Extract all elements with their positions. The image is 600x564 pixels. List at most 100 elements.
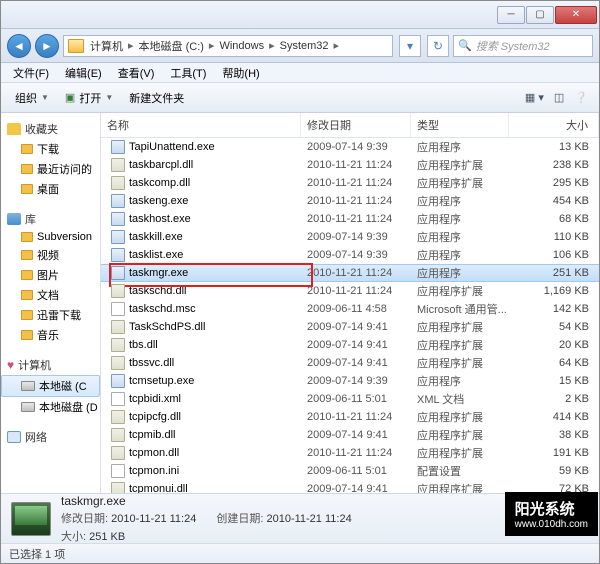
column-headers: 名称 修改日期 类型 大小 [101, 113, 599, 138]
folder-icon [21, 270, 33, 280]
search-input[interactable]: 🔍 搜索 System32 [453, 35, 593, 57]
crumb-computer[interactable]: 计算机 [88, 38, 125, 54]
file-name: taskbarcpl.dll [129, 159, 193, 171]
file-date: 2009-07-14 9:41 [301, 357, 411, 369]
file-date: 2010-11-21 11:24 [301, 447, 411, 459]
chevron-right-icon: ▸ [125, 39, 137, 52]
maximize-button[interactable]: ▢ [526, 6, 554, 24]
close-button[interactable]: ✕ [555, 6, 597, 24]
view-button[interactable]: ▦ ▾ [520, 88, 549, 107]
file-name: tcpmon.ini [129, 465, 179, 477]
file-row[interactable]: taskbarcpl.dll2010-11-21 11:24应用程序扩展238 … [101, 156, 599, 174]
file-icon [111, 302, 125, 316]
crumb-drive-c[interactable]: 本地磁盘 (C:) [137, 38, 206, 54]
sidebar-item-music[interactable]: 音乐 [1, 325, 100, 345]
file-size: 68 KB [509, 213, 599, 225]
file-row[interactable]: tcpmon.dll2010-11-21 11:24应用程序扩展191 KB [101, 444, 599, 462]
file-icon [111, 410, 125, 424]
file-row[interactable]: tcpmib.dll2009-07-14 9:41应用程序扩展38 KB [101, 426, 599, 444]
file-row[interactable]: tbssvc.dll2009-07-14 9:41应用程序扩展64 KB [101, 354, 599, 372]
network-icon [7, 431, 21, 443]
file-type: XML 文档 [411, 391, 509, 407]
file-row[interactable]: TaskSchdPS.dll2009-07-14 9:41应用程序扩展54 KB [101, 318, 599, 336]
sidebar-item-subversion[interactable]: Subversion [1, 229, 100, 245]
file-icon [111, 374, 125, 388]
file-name: taskkill.exe [129, 231, 183, 243]
file-type: 配置设置 [411, 463, 509, 479]
file-row[interactable]: taskhost.exe2010-11-21 11:24应用程序68 KB [101, 210, 599, 228]
forward-button[interactable]: ► [35, 34, 59, 58]
folder-icon [21, 290, 33, 300]
file-row[interactable]: tcpmon.ini2009-06-11 5:01配置设置59 KB [101, 462, 599, 480]
refresh-button[interactable]: ↻ [427, 35, 449, 57]
computer-header[interactable]: ♥计算机 [1, 355, 100, 375]
file-list[interactable]: 名称 修改日期 类型 大小 TapiUnattend.exe2009-07-14… [101, 113, 599, 493]
network-header[interactable]: 网络 [1, 427, 100, 447]
file-type: 应用程序扩展 [411, 157, 509, 173]
file-row[interactable]: taskschd.msc2009-06-11 4:58Microsoft 通用管… [101, 300, 599, 318]
file-icon [111, 356, 125, 370]
file-name: taskschd.dll [129, 285, 186, 297]
file-row[interactable]: taskschd.dll2010-11-21 11:24应用程序扩展1,169 … [101, 282, 599, 300]
menu-view[interactable]: 查看(V) [110, 65, 163, 81]
file-date: 2009-07-14 9:39 [301, 375, 411, 387]
minimize-button[interactable]: ─ [497, 6, 525, 24]
file-row[interactable]: TapiUnattend.exe2009-07-14 9:39应用程序13 KB [101, 138, 599, 156]
file-type: 应用程序 [411, 193, 509, 209]
menu-tools[interactable]: 工具(T) [162, 65, 214, 81]
sidebar-item-downloads[interactable]: 下载 [1, 139, 100, 159]
sidebar-item-desktop[interactable]: 桌面 [1, 179, 100, 199]
breadcrumb[interactable]: 计算机 ▸ 本地磁盘 (C:) ▸ Windows ▸ System32 ▸ [63, 35, 393, 57]
file-icon [111, 176, 125, 190]
file-type: 应用程序 [411, 139, 509, 155]
file-row[interactable]: taskmgr.exe2010-11-21 11:24应用程序251 KB [101, 264, 599, 282]
file-icon [111, 284, 125, 298]
open-button[interactable]: ▣打开▼ [57, 87, 121, 109]
file-date: 2010-11-21 11:24 [301, 159, 411, 171]
menu-file[interactable]: 文件(F) [5, 65, 57, 81]
file-row[interactable]: taskeng.exe2010-11-21 11:24应用程序454 KB [101, 192, 599, 210]
sidebar-item-drive-c[interactable]: 本地磁 (C [1, 375, 100, 397]
file-row[interactable]: tasklist.exe2009-07-14 9:39应用程序106 KB [101, 246, 599, 264]
col-size[interactable]: 大小 [509, 113, 599, 137]
sidebar-item-videos[interactable]: 视频 [1, 245, 100, 265]
libraries-header[interactable]: 库 [1, 209, 100, 229]
details-modified-value: 2010-11-21 11:24 [111, 513, 196, 525]
col-type[interactable]: 类型 [411, 113, 509, 137]
sidebar-item-documents[interactable]: 文档 [1, 285, 100, 305]
sidebar-item-recent[interactable]: 最近访问的 [1, 159, 100, 179]
chevron-right-icon: ▸ [206, 39, 218, 52]
crumb-windows[interactable]: Windows [217, 40, 266, 52]
file-row[interactable]: tbs.dll2009-07-14 9:41应用程序扩展20 KB [101, 336, 599, 354]
preview-pane-button[interactable]: ◫ [549, 88, 569, 107]
favorites-header[interactable]: 收藏夹 [1, 119, 100, 139]
sidebar-item-xunlei[interactable]: 迅雷下载 [1, 305, 100, 325]
crumb-system32[interactable]: System32 [278, 40, 331, 52]
file-row[interactable]: taskkill.exe2009-07-14 9:39应用程序110 KB [101, 228, 599, 246]
file-size: 414 KB [509, 411, 599, 423]
file-type: 应用程序扩展 [411, 337, 509, 353]
file-row[interactable]: taskcomp.dll2010-11-21 11:24应用程序扩展295 KB [101, 174, 599, 192]
dropdown-button[interactable]: ▾ [399, 35, 421, 57]
back-button[interactable]: ◄ [7, 34, 31, 58]
sidebar-item-drive-d[interactable]: 本地磁盘 (D [1, 397, 100, 417]
file-name: tasklist.exe [129, 249, 183, 261]
new-folder-button[interactable]: 新建文件夹 [121, 87, 192, 109]
file-name: tcpmib.dll [129, 429, 175, 441]
col-date[interactable]: 修改日期 [301, 113, 411, 137]
file-row[interactable]: tcpbidi.xml2009-06-11 5:01XML 文档2 KB [101, 390, 599, 408]
star-icon [7, 123, 21, 135]
file-row[interactable]: tcpipcfg.dll2010-11-21 11:24应用程序扩展414 KB [101, 408, 599, 426]
menu-help[interactable]: 帮助(H) [214, 65, 267, 81]
help-button[interactable]: ❔ [569, 88, 593, 107]
organize-button[interactable]: 组织▼ [7, 87, 57, 109]
file-row[interactable]: tcmsetup.exe2009-07-14 9:39应用程序15 KB [101, 372, 599, 390]
file-size: 454 KB [509, 195, 599, 207]
folder-icon [21, 250, 33, 260]
sidebar-item-pictures[interactable]: 图片 [1, 265, 100, 285]
col-name[interactable]: 名称 [101, 113, 301, 137]
menu-edit[interactable]: 编辑(E) [57, 65, 110, 81]
file-icon [111, 158, 125, 172]
navigation-pane: 收藏夹 下载 最近访问的 桌面 库 Subversion 视频 图片 文档 迅雷… [1, 113, 101, 493]
file-size: 54 KB [509, 321, 599, 333]
